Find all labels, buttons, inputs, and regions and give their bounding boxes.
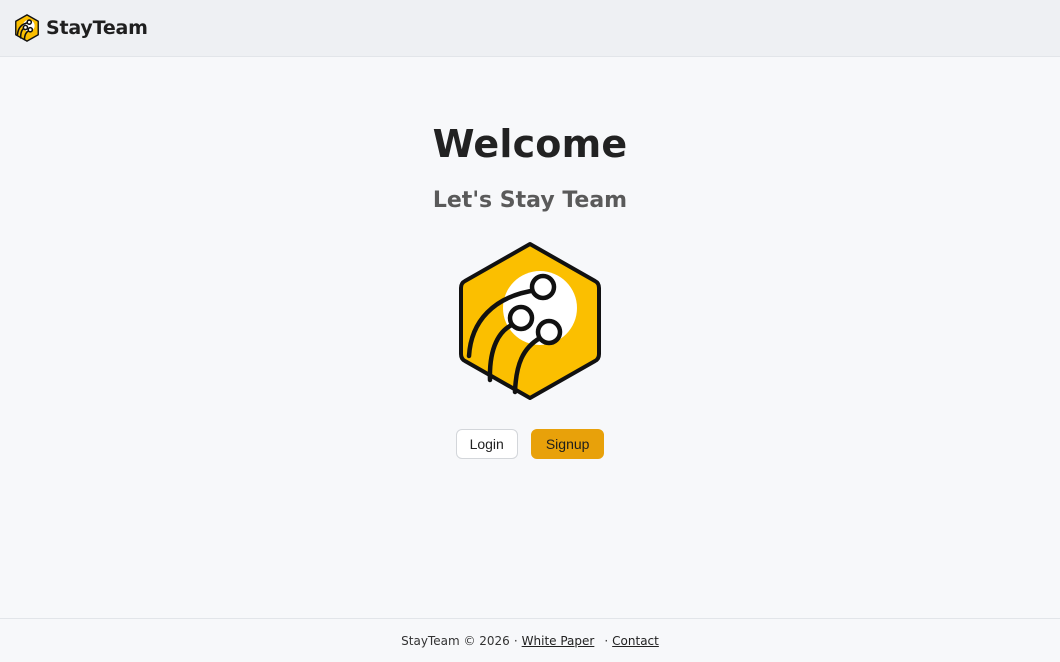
footer-copyright: StayTeam © 2026 <box>401 633 510 648</box>
white-paper-link[interactable]: White Paper <box>522 634 595 648</box>
auth-actions: Login Signup <box>0 429 1060 459</box>
page-subtitle: Let's Stay Team <box>432 188 628 213</box>
top-nav-bar: StayTeam <box>0 0 1060 57</box>
page-title: Welcome <box>432 122 628 166</box>
footer-separator: · <box>513 633 518 648</box>
stayteam-logo-icon <box>14 14 40 42</box>
brand-name: StayTeam <box>46 17 148 39</box>
contact-link[interactable]: Contact <box>612 634 659 648</box>
brand-home-link[interactable]: StayTeam <box>14 14 148 42</box>
footer-separator: · <box>604 633 609 648</box>
login-button[interactable]: Login <box>455 429 518 459</box>
page-footer: StayTeam © 2026 · White Paper · Contact <box>0 618 1060 662</box>
stayteam-hero-logo-icon <box>457 240 603 402</box>
signup-button[interactable]: Signup <box>530 429 605 459</box>
welcome-section: Welcome Let's Stay Team Login Signup <box>0 58 1060 618</box>
